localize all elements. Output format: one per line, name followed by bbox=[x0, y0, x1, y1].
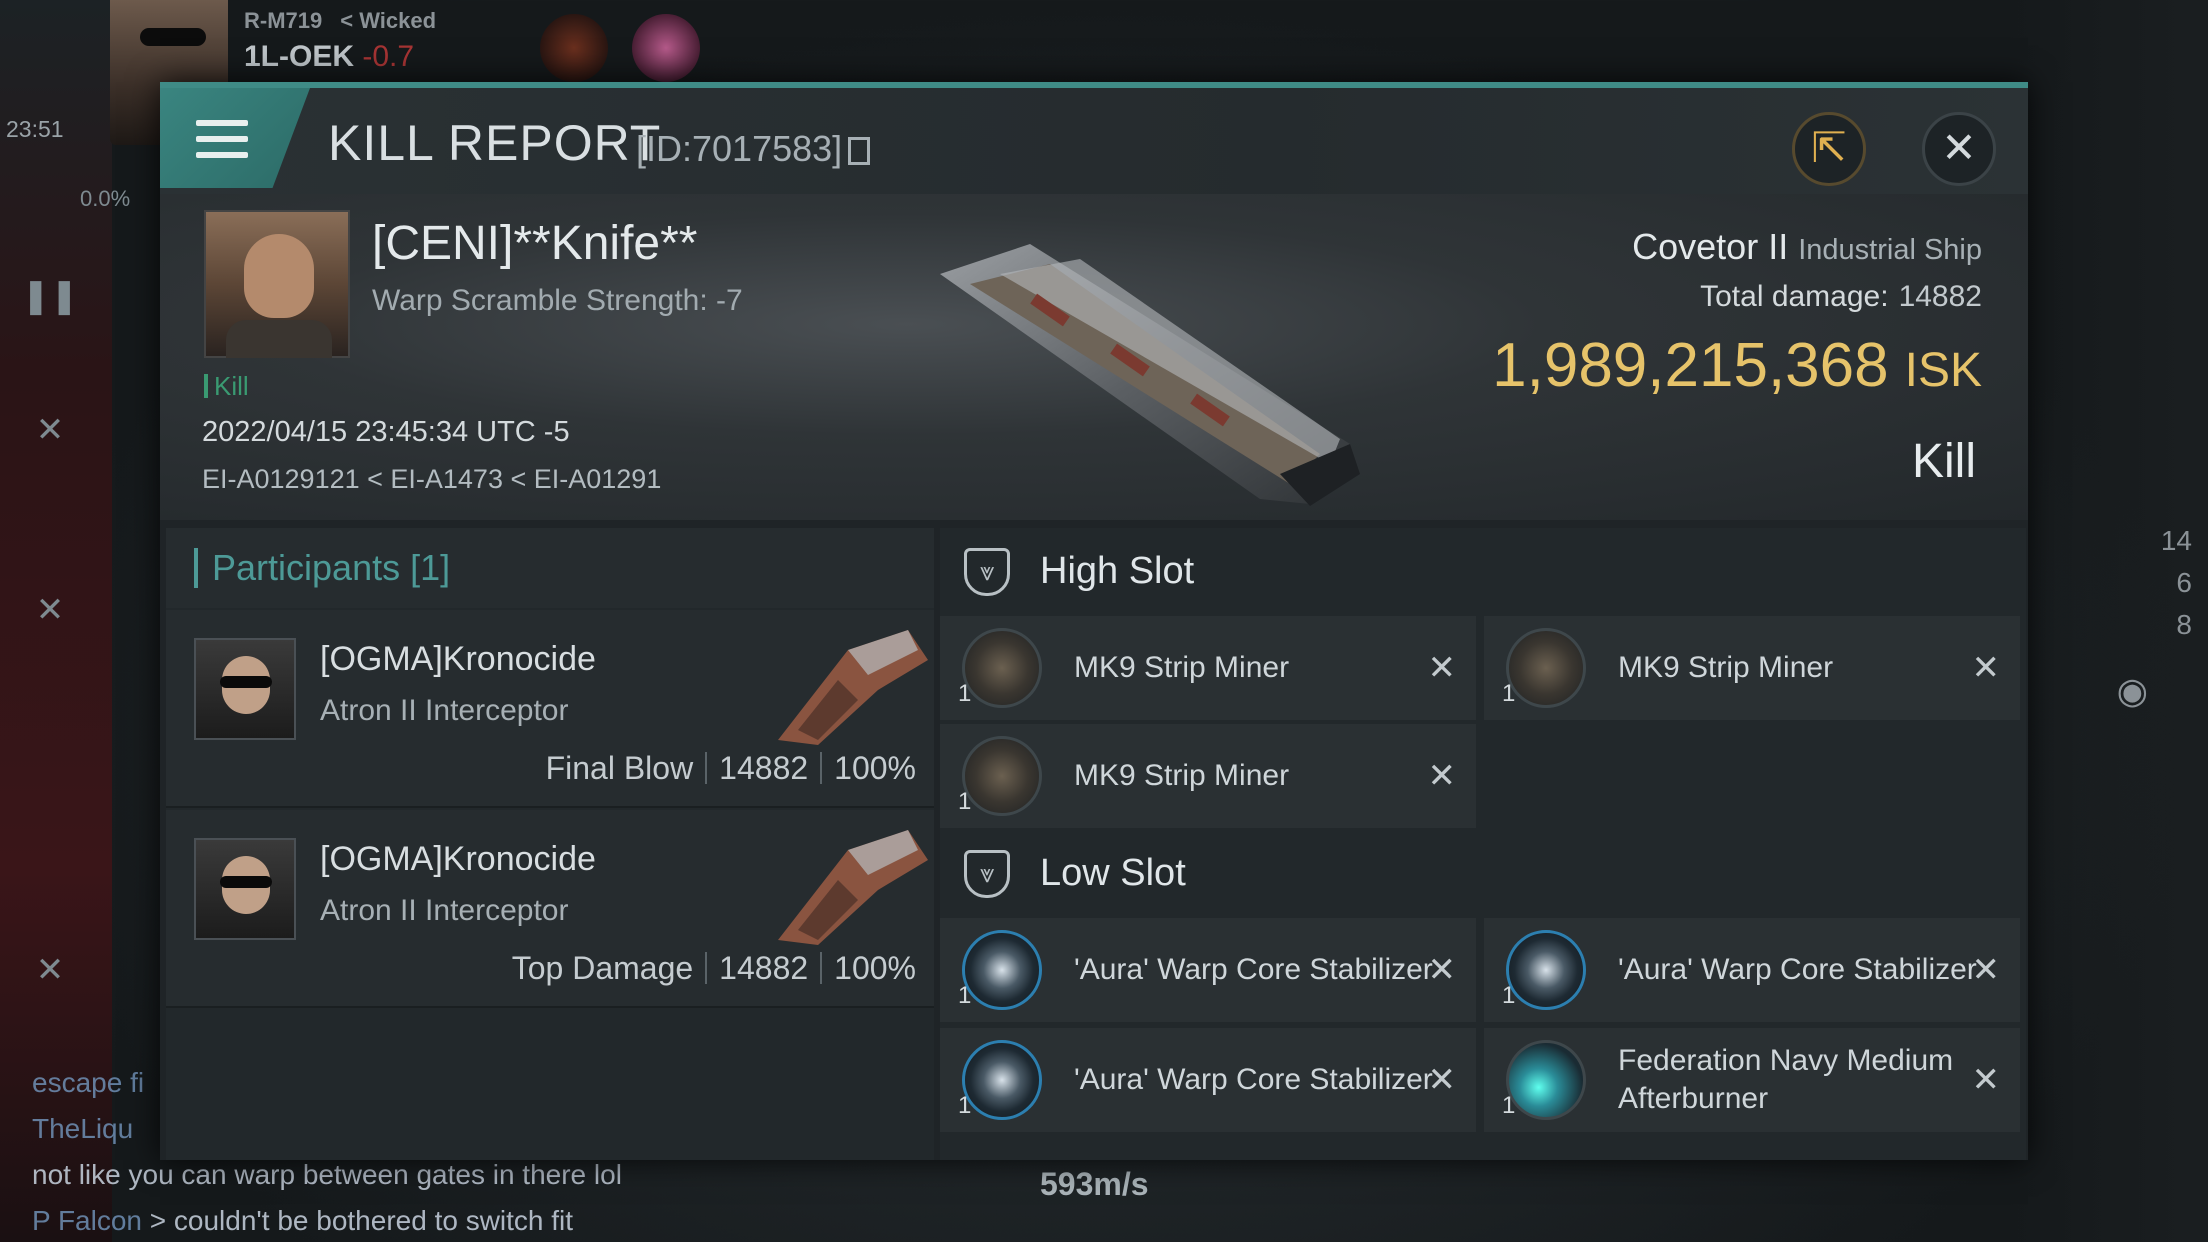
low-slot-header: ⩔ Low Slot bbox=[940, 830, 2026, 916]
hostile-count: 14 bbox=[2160, 525, 2192, 556]
close-icon: ✕ bbox=[1941, 124, 1977, 171]
alliance-logo-icon[interactable] bbox=[632, 14, 700, 82]
isk-value: 1,989,215,368 ISK bbox=[1492, 331, 1982, 400]
dialog-title: KILL REPORT bbox=[328, 115, 662, 171]
high-slot-icon: ⩔ bbox=[964, 548, 1010, 596]
hud-clock: 23:51 bbox=[6, 116, 64, 142]
victim-portrait[interactable] bbox=[204, 210, 350, 358]
copy-icon[interactable] bbox=[848, 137, 871, 165]
fittings-panel: ⩔ High Slot 1 MK9 Strip Miner ✕ 1 MK9 St… bbox=[940, 528, 2026, 1160]
participant-name: [OGMA]Kronocide bbox=[320, 640, 596, 678]
participant-row[interactable]: [OGMA]Kronocide Atron II Interceptor Fin… bbox=[166, 610, 934, 808]
atron-ship-image bbox=[778, 630, 928, 745]
victim-panel: [CENI]**Knife** Warp Scramble Strength: … bbox=[160, 194, 2028, 520]
cross-icon[interactable]: ✕ bbox=[20, 400, 80, 460]
low-slot-icon: ⩔ bbox=[964, 850, 1010, 898]
participants-header: Participants [1] bbox=[166, 528, 934, 608]
warp-core-stabilizer-icon bbox=[962, 1040, 1042, 1120]
module-item[interactable]: 1 MK9 Strip Miner ✕ bbox=[940, 616, 1476, 720]
module-item[interactable]: 1 'Aura' Warp Core Stabilizer ✕ bbox=[1484, 918, 2020, 1022]
module-name: MK9 Strip Miner bbox=[1074, 759, 1290, 792]
module-quantity: 1 bbox=[1502, 1092, 1516, 1119]
module-item[interactable]: 1 'Aura' Warp Core Stabilizer ✕ bbox=[940, 918, 1476, 1022]
corp-logo-icon[interactable] bbox=[540, 14, 608, 82]
chat-line: P Falcon > couldn't be bothered to switc… bbox=[32, 1205, 574, 1236]
strip-miner-icon bbox=[1506, 628, 1586, 708]
module-quantity: 1 bbox=[958, 982, 972, 1009]
hamburger-icon bbox=[196, 120, 248, 158]
participant-stats: Top Damage 14882 100% bbox=[511, 950, 916, 986]
hud-current-system[interactable]: 1L-OEK -0.7 bbox=[244, 40, 414, 74]
victim-warp-scramble: Warp Scramble Strength: -7 bbox=[372, 284, 743, 317]
module-name: MK9 Strip Miner bbox=[1074, 651, 1290, 684]
module-item[interactable]: 1 Federation Navy Medium Afterburner ✕ bbox=[1484, 1028, 2020, 1132]
share-button[interactable]: ⇱ bbox=[1792, 112, 1866, 186]
participant-row[interactable]: [OGMA]Kronocide Atron II Interceptor Top… bbox=[166, 810, 934, 1008]
participant-portrait[interactable] bbox=[194, 638, 296, 740]
strip-miner-icon bbox=[962, 736, 1042, 816]
cross-icon[interactable]: ✕ bbox=[20, 580, 80, 640]
module-quantity: 1 bbox=[958, 788, 972, 815]
atron-ship-image bbox=[778, 830, 928, 945]
kill-tag: Kill bbox=[204, 373, 249, 399]
pause-icon[interactable]: ❚❚ bbox=[20, 266, 80, 326]
warp-core-stabilizer-icon bbox=[1506, 930, 1586, 1010]
covetor-ship-image bbox=[940, 244, 1360, 506]
destroyed-icon: ✕ bbox=[1971, 1061, 2001, 1099]
destroyed-icon: ✕ bbox=[1971, 649, 2001, 687]
hud-system-route: R-M719 < Wicked bbox=[244, 8, 437, 33]
close-button[interactable]: ✕ bbox=[1922, 112, 1996, 186]
cross-icon[interactable]: ✕ bbox=[20, 940, 80, 1000]
module-name: 'Aura' Warp Core Stabilizer bbox=[1618, 953, 1977, 986]
dialog-header: KILL REPORT [ID:7017583] ⇱ ✕ bbox=[160, 88, 2028, 194]
participant-stats: Final Blow 14882 100% bbox=[545, 750, 916, 786]
module-item[interactable]: 1 'Aura' Warp Core Stabilizer ✕ bbox=[940, 1028, 1476, 1132]
module-quantity: 1 bbox=[958, 1092, 972, 1119]
participant-name: [OGMA]Kronocide bbox=[320, 840, 596, 878]
hud-overview-counts: 14 6 8 bbox=[2161, 520, 2192, 646]
module-name: MK9 Strip Miner bbox=[1618, 651, 1834, 684]
module-name: 'Aura' Warp Core Stabilizer bbox=[1074, 1063, 1433, 1096]
eye-icon[interactable]: ◉ bbox=[2117, 670, 2148, 712]
strip-miner-icon bbox=[962, 628, 1042, 708]
participant-ship: Atron II Interceptor bbox=[320, 694, 569, 727]
ship-speed: 593m/s bbox=[1040, 1166, 1149, 1202]
destroyed-icon: ✕ bbox=[1427, 649, 1457, 687]
kill-report-dialog: KILL REPORT [ID:7017583] ⇱ ✕ [CENI]**Kni… bbox=[160, 82, 2028, 1160]
victim-name[interactable]: [CENI]**Knife** bbox=[372, 216, 697, 271]
warp-core-stabilizer-icon bbox=[962, 930, 1042, 1010]
module-quantity: 1 bbox=[1502, 982, 1516, 1009]
high-slot-header: ⩔ High Slot bbox=[940, 528, 2026, 614]
total-damage: Total damage: 14882 bbox=[1700, 280, 1982, 313]
module-quantity: 1 bbox=[958, 680, 972, 707]
participant-portrait[interactable] bbox=[194, 838, 296, 940]
destroyed-icon: ✕ bbox=[1427, 757, 1457, 795]
module-item[interactable]: 1 MK9 Strip Miner ✕ bbox=[940, 724, 1476, 828]
module-name: 'Aura' Warp Core Stabilizer bbox=[1074, 953, 1433, 986]
kill-id[interactable]: [ID:7017583] bbox=[636, 128, 871, 170]
destroyed-icon: ✕ bbox=[1427, 951, 1457, 989]
victim-ship-name[interactable]: Covetor II Industrial Ship bbox=[1632, 226, 1982, 268]
module-quantity: 1 bbox=[1502, 680, 1516, 707]
participant-ship: Atron II Interceptor bbox=[320, 894, 569, 927]
object-count: 8 bbox=[2176, 609, 2192, 640]
kill-location-path: EI-A0129121 < EI-A1473 < EI-A01291 bbox=[202, 464, 662, 494]
kill-result: Kill bbox=[1911, 435, 1976, 488]
filter-count: 6 bbox=[2176, 567, 2192, 598]
destroyed-icon: ✕ bbox=[1427, 1061, 1457, 1099]
destroyed-icon: ✕ bbox=[1971, 951, 2001, 989]
hud-cargo-percent: 0.0% bbox=[80, 186, 131, 211]
afterburner-icon bbox=[1506, 1040, 1586, 1120]
participants-panel: Participants [1] [OGMA]Kronocide Atron I… bbox=[166, 528, 934, 1160]
menu-button[interactable] bbox=[160, 88, 310, 188]
share-icon: ⇱ bbox=[1811, 124, 1847, 171]
kill-datetime: 2022/04/15 23:45:34 UTC -5 bbox=[202, 416, 570, 448]
module-name: Federation Navy Medium Afterburner bbox=[1618, 1044, 1954, 1115]
module-item[interactable]: 1 MK9 Strip Miner ✕ bbox=[1484, 616, 2020, 720]
